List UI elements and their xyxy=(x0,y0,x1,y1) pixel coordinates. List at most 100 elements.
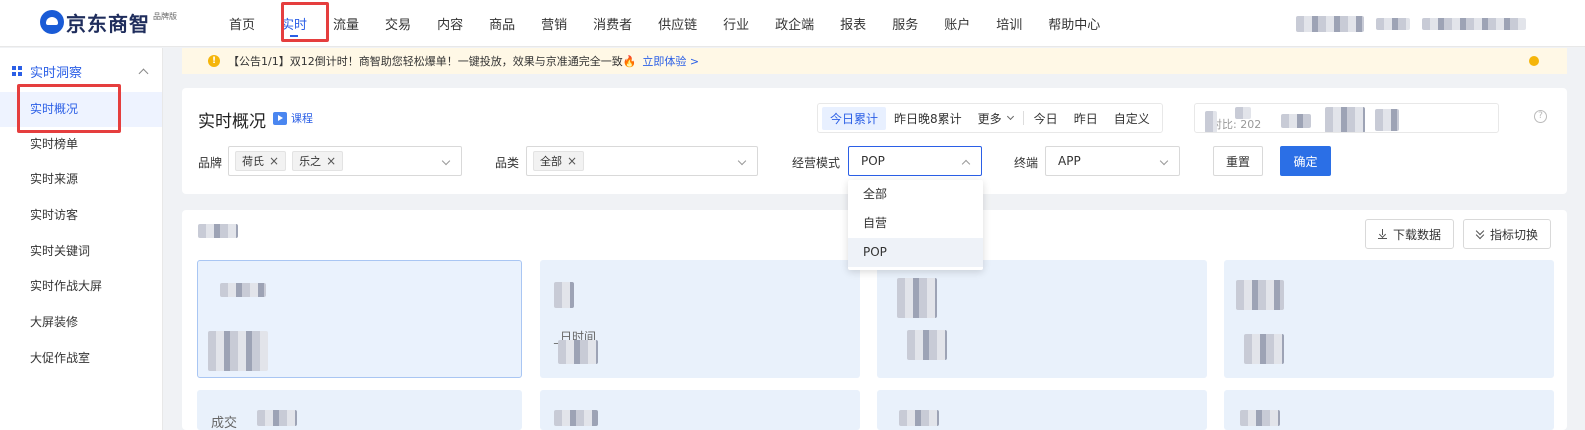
tab-more[interactable]: 更多 xyxy=(970,107,1021,130)
metric-card[interactable] xyxy=(197,260,522,378)
close-icon[interactable]: × xyxy=(326,154,336,168)
help-icon[interactable]: ? xyxy=(1534,110,1547,123)
sidebar-item-ranking[interactable]: 实时榜单 xyxy=(0,127,162,162)
tab-yesterday[interactable]: 昨日 xyxy=(1066,107,1106,130)
blurred-section-title xyxy=(198,224,238,238)
blurred-date xyxy=(1205,111,1217,132)
brand-name: 京东商智 xyxy=(66,11,150,36)
download-data-label: 下载数据 xyxy=(1393,227,1442,242)
sidebar-item-keywords[interactable]: 实时关键词 xyxy=(0,234,162,269)
grid-icon xyxy=(12,66,22,76)
tab-custom[interactable]: 自定义 xyxy=(1106,107,1158,130)
blurred-value xyxy=(554,410,598,426)
metric-card[interactable]: _日时间 xyxy=(540,260,860,378)
nav-help-center[interactable]: 帮助中心 xyxy=(1037,0,1111,47)
nav-trade[interactable]: 交易 xyxy=(374,0,422,47)
metric-card[interactable] xyxy=(540,390,860,430)
announcement-text: 【公告1/1】双12倒计时！商智助您轻松爆单！一键投放，效果与京准通完全一致🔥 xyxy=(228,55,637,68)
blurred-value xyxy=(897,278,937,318)
chevron-down-icon xyxy=(737,156,747,166)
sidebar-item-screen-decor[interactable]: 大屏装修 xyxy=(0,305,162,340)
download-icon xyxy=(1378,229,1387,239)
sidebar: 实时洞察 实时概况 实时榜单 实时来源 实时访客 实时关键词 实时作战大屏 大屏… xyxy=(0,48,163,430)
brand-filter-label: 品牌 xyxy=(198,156,223,170)
sidebar-item-promo-room[interactable]: 大促作战室 xyxy=(0,341,162,376)
nav-marketing[interactable]: 营销 xyxy=(530,0,578,47)
tab-yesterday-8pm[interactable]: 昨日晚8累计 xyxy=(886,107,970,130)
metric-card[interactable] xyxy=(877,260,1207,378)
nav-industry[interactable]: 行业 xyxy=(712,0,760,47)
close-icon[interactable]: × xyxy=(567,154,577,168)
sidebar-group-realtime-insight[interactable]: 实时洞察 xyxy=(0,58,163,84)
date-range-tabs: 今日累计 昨日晚8累计 更多 今日 昨日 自定义 xyxy=(817,103,1163,133)
course-link[interactable]: 课程 xyxy=(273,110,313,126)
switch-metrics-button[interactable]: 指标切换 xyxy=(1463,219,1552,249)
user-area[interactable] xyxy=(1296,0,1526,47)
nav-home[interactable]: 首页 xyxy=(218,0,266,47)
announcement-link[interactable]: 立即体验 > xyxy=(642,53,699,69)
metric-card[interactable] xyxy=(1224,390,1554,430)
nav-realtime[interactable]: 实时 xyxy=(270,0,318,47)
brand-logo[interactable]: 京东商智 品牌版 xyxy=(40,8,177,36)
blurred-value xyxy=(1240,410,1280,426)
nav-consumer[interactable]: 消费者 xyxy=(582,0,643,47)
mode-option-self-operated[interactable]: 自营 xyxy=(848,209,983,238)
switch-metrics-label: 指标切换 xyxy=(1490,227,1539,242)
nav-government[interactable]: 政企端 xyxy=(764,0,825,47)
brand-tag[interactable]: 乐之 × xyxy=(292,151,344,171)
blurred-value xyxy=(257,410,297,426)
mode-filter-label: 经营模式 xyxy=(792,156,841,170)
nav-training[interactable]: 培训 xyxy=(985,0,1033,47)
metric-card-label: 成交 xyxy=(211,416,238,430)
brand-tag[interactable]: 荷氏 × xyxy=(235,151,287,171)
category-filter-label: 品类 xyxy=(495,156,520,170)
blurred-date xyxy=(1281,114,1311,128)
blurred-value xyxy=(1236,280,1284,310)
nav-service[interactable]: 服务 xyxy=(881,0,929,47)
close-icon[interactable]: × xyxy=(269,154,279,168)
blurred-date xyxy=(1375,109,1399,131)
sidebar-item-visitors[interactable]: 实时访客 xyxy=(0,198,162,233)
sidebar-item-source[interactable]: 实时来源 xyxy=(0,162,162,197)
blurred-date xyxy=(1325,107,1365,132)
play-icon xyxy=(273,111,287,125)
close-icon[interactable] xyxy=(1529,56,1539,66)
top-bar: 京东商智 品牌版 首页 实时 流量 交易 内容 商品 营销 消费者 供应链 行业… xyxy=(0,0,1585,47)
nav-content[interactable]: 内容 xyxy=(426,0,474,47)
filter-panel: 实时概况 课程 今日累计 昨日晚8累计 更多 今日 昨日 自定义 对比: 202… xyxy=(182,88,1567,194)
mode-option-pop[interactable]: POP xyxy=(848,238,983,267)
nav-product[interactable]: 商品 xyxy=(478,0,526,47)
terminal-select[interactable]: APP xyxy=(1045,146,1180,176)
page-title: 实时概况 xyxy=(198,112,266,132)
metric-card[interactable] xyxy=(877,390,1207,430)
chevron-down-icon xyxy=(1159,156,1169,166)
nav-reports[interactable]: 报表 xyxy=(829,0,877,47)
brand-tag-label: 乐之 xyxy=(299,155,322,168)
jd-logo-icon xyxy=(40,10,64,34)
mode-dropdown-menu: 全部 自营 POP xyxy=(848,180,983,270)
confirm-button[interactable]: 确定 xyxy=(1280,146,1331,176)
blurred-date xyxy=(1235,107,1251,119)
course-label: 课程 xyxy=(291,112,313,125)
brand-select[interactable]: 荷氏 × 乐之 × xyxy=(228,146,462,176)
tab-today-cumulative[interactable]: 今日累计 xyxy=(822,106,887,130)
sidebar-item-big-screen[interactable]: 实时作战大屏 xyxy=(0,269,162,304)
chevron-up-icon xyxy=(961,159,971,169)
category-tag[interactable]: 全部 × xyxy=(533,151,585,171)
nav-account[interactable]: 账户 xyxy=(933,0,981,47)
nav-supply-chain[interactable]: 供应链 xyxy=(647,0,708,47)
metric-card[interactable] xyxy=(1224,260,1554,378)
metric-card[interactable]: 成交 xyxy=(197,390,522,430)
sidebar-item-overview[interactable]: 实时概况 xyxy=(0,92,162,127)
tab-today[interactable]: 今日 xyxy=(1026,107,1066,130)
mode-select[interactable]: POP xyxy=(848,146,982,176)
reset-button[interactable]: 重置 xyxy=(1213,146,1263,176)
blurred-value xyxy=(554,282,574,308)
category-select[interactable]: 全部 × xyxy=(526,146,758,176)
category-tag-label: 全部 xyxy=(540,155,562,168)
nav-traffic[interactable]: 流量 xyxy=(322,0,370,47)
date-compare-field[interactable]: 对比: 202 xyxy=(1194,103,1499,133)
download-data-button[interactable]: 下载数据 xyxy=(1365,219,1455,249)
mode-option-all[interactable]: 全部 xyxy=(848,180,983,209)
chevron-down-icon xyxy=(441,156,451,166)
